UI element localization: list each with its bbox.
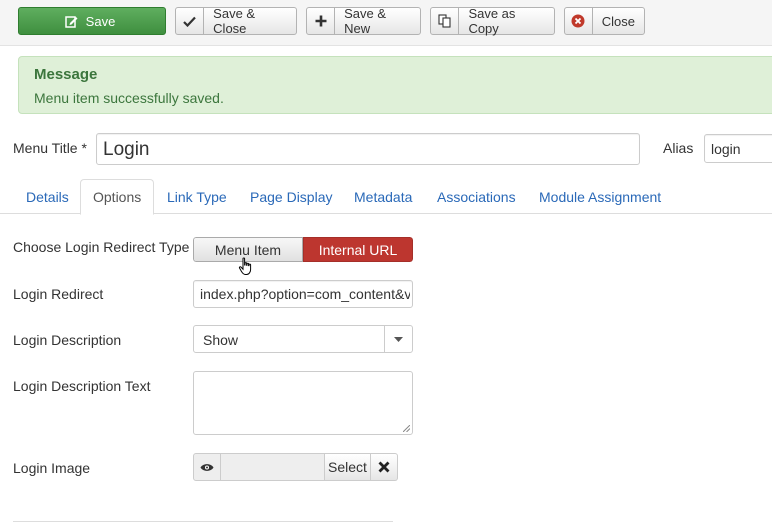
- tab-label: Details: [26, 188, 69, 205]
- close-circle-icon: [565, 8, 593, 34]
- tab-bar: Details Options Link Type Page Display M…: [0, 179, 772, 215]
- option-label: Internal URL: [318, 241, 398, 258]
- menu-title-value: Login: [103, 139, 150, 160]
- toolbar: Save Save & Close Save & New Save as Cop…: [0, 0, 772, 46]
- image-clear-button[interactable]: [371, 453, 398, 481]
- save-label: Save: [85, 13, 116, 29]
- plus-icon: [307, 8, 336, 34]
- login-description-textarea[interactable]: [193, 371, 413, 435]
- login-redirect-input[interactable]: index.php?option=com_content&view: [193, 280, 413, 308]
- copy-icon: [431, 8, 460, 34]
- tab-details[interactable]: Details: [14, 179, 81, 214]
- save-new-button[interactable]: Save & New: [306, 6, 421, 36]
- close-button[interactable]: Close: [564, 7, 645, 35]
- message-text: Menu item successfully saved.: [34, 90, 224, 106]
- alias-label: Alias: [663, 140, 694, 156]
- menu-title-input[interactable]: Login: [96, 133, 640, 165]
- login-description-text-label: Login Description Text: [13, 378, 151, 394]
- select-label: Select: [328, 459, 367, 475]
- success-message: Message Menu item successfully saved.: [18, 56, 772, 114]
- close-label: Close: [601, 13, 635, 29]
- tab-module-assignment[interactable]: Module Assignment: [527, 179, 673, 214]
- resize-handle-icon[interactable]: [403, 425, 410, 432]
- divider: [13, 521, 393, 522]
- caret-down-icon: [384, 326, 412, 352]
- option-label: Menu Item: [214, 241, 282, 258]
- tab-label: Module Assignment: [539, 188, 662, 205]
- save-button[interactable]: Save: [18, 7, 166, 35]
- tab-label: Metadata: [354, 188, 413, 205]
- login-image-field: Select: [193, 453, 398, 481]
- login-description-label: Login Description: [13, 332, 122, 348]
- check-icon: [176, 8, 205, 34]
- internal-url-option[interactable]: Internal URL: [303, 237, 413, 262]
- redirect-type-label: Choose Login Redirect Type: [13, 239, 190, 255]
- select-value: Show: [203, 332, 239, 348]
- times-icon: [378, 461, 390, 473]
- redirect-type-toggle: Menu Item Internal URL: [193, 237, 413, 262]
- tab-associations[interactable]: Associations: [425, 179, 528, 214]
- alias-value: login: [711, 141, 741, 157]
- save-copy-label: Save as Copy: [468, 6, 516, 36]
- image-select-button[interactable]: Select: [324, 453, 371, 481]
- login-image-label: Login Image: [13, 460, 91, 476]
- menu-title-label: Menu Title *: [13, 140, 87, 156]
- alias-input[interactable]: login: [704, 134, 772, 163]
- save-new-label: Save & New: [344, 6, 387, 36]
- tab-metadata[interactable]: Metadata: [342, 179, 424, 214]
- preview-button[interactable]: [193, 453, 221, 481]
- eye-icon: [200, 463, 214, 471]
- cursor-hand-icon: [238, 257, 252, 275]
- tab-label: Page Display: [250, 188, 333, 205]
- save-close-label: Save & Close: [213, 6, 256, 36]
- login-description-select[interactable]: Show: [193, 325, 413, 353]
- tab-label: Options: [93, 189, 142, 205]
- save-close-button[interactable]: Save & Close: [175, 6, 297, 36]
- tab-options[interactable]: Options: [80, 179, 155, 215]
- message-heading: Message: [34, 66, 98, 83]
- image-path-field: [221, 453, 324, 481]
- tab-page-display[interactable]: Page Display: [238, 179, 345, 214]
- edit-icon: [64, 8, 78, 34]
- tab-label: Link Type: [167, 188, 227, 205]
- tab-link-type[interactable]: Link Type: [155, 179, 239, 214]
- login-redirect-label: Login Redirect: [13, 286, 104, 302]
- save-copy-button[interactable]: Save as Copy: [430, 6, 555, 36]
- tab-label: Associations: [437, 188, 516, 205]
- login-redirect-value: index.php?option=com_content&view: [200, 286, 410, 302]
